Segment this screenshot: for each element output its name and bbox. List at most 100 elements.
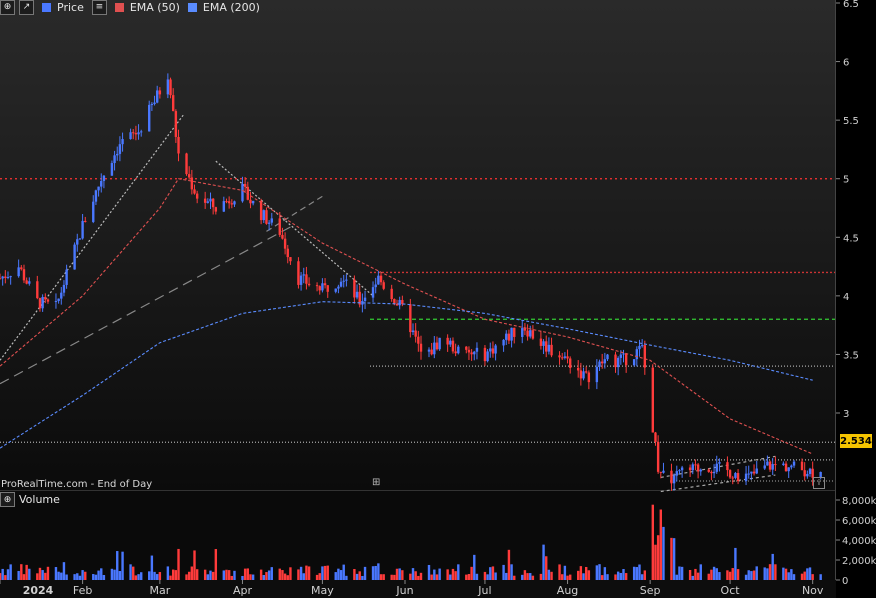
scale-icon[interactable]: ⊞ bbox=[372, 477, 380, 488]
candle-body bbox=[632, 359, 636, 366]
candle-body bbox=[299, 275, 303, 285]
volume-bar bbox=[808, 567, 812, 580]
candle-body bbox=[174, 111, 178, 137]
candle-body bbox=[225, 201, 228, 203]
candle-body bbox=[558, 355, 561, 358]
candle-body bbox=[20, 267, 23, 270]
candle-body bbox=[542, 341, 545, 346]
volume-bar bbox=[736, 569, 740, 580]
volume-bar bbox=[110, 568, 114, 580]
volume-bar bbox=[529, 573, 532, 580]
candle-body bbox=[579, 370, 583, 379]
candle-body bbox=[249, 199, 252, 204]
volume-bar bbox=[153, 571, 156, 580]
candle-body bbox=[473, 351, 476, 355]
volume-bar bbox=[438, 568, 441, 580]
candle-body bbox=[4, 276, 7, 278]
volume-bar bbox=[731, 568, 734, 580]
candle-body bbox=[659, 471, 662, 473]
candle-body bbox=[582, 371, 585, 379]
candle-body bbox=[153, 102, 156, 105]
candle-body bbox=[651, 367, 655, 433]
volume-bar bbox=[233, 570, 236, 580]
y-tick-label: 5 bbox=[843, 175, 849, 186]
candle-body bbox=[640, 345, 644, 347]
candle-body bbox=[94, 190, 98, 202]
volume-bar bbox=[355, 573, 359, 580]
volume-bar bbox=[446, 569, 449, 580]
volume-bar bbox=[323, 565, 327, 580]
ema50-legend-label: EMA (50) bbox=[129, 0, 180, 14]
ema200-legend-label: EMA (200) bbox=[202, 0, 260, 14]
volume-bar bbox=[489, 567, 492, 580]
volume-bar bbox=[283, 573, 287, 580]
volume-bar bbox=[286, 575, 289, 580]
candle-body bbox=[454, 351, 457, 354]
volume-bar bbox=[787, 572, 790, 580]
candle-body bbox=[374, 284, 377, 288]
y-tick-label: 3.5 bbox=[843, 350, 859, 361]
volume-bar bbox=[584, 566, 588, 580]
y-tick-label: 4 bbox=[843, 292, 849, 303]
volume-bar bbox=[435, 574, 439, 580]
volume-bar bbox=[270, 567, 273, 580]
last-price-tag: 2.534 bbox=[840, 434, 872, 448]
candle-body bbox=[190, 177, 194, 190]
volume-bar bbox=[243, 568, 247, 580]
volume-bar bbox=[491, 566, 495, 580]
menu-icon[interactable]: ≡ bbox=[91, 0, 107, 15]
volume-bar bbox=[318, 573, 321, 580]
candle-body bbox=[84, 220, 87, 222]
volume-bar bbox=[339, 570, 343, 580]
candle-body bbox=[598, 361, 601, 367]
volume-bar bbox=[507, 549, 511, 580]
volume-bar bbox=[169, 575, 172, 580]
candle-body bbox=[427, 349, 431, 352]
volume-bar bbox=[675, 574, 678, 580]
volume-bar bbox=[129, 564, 132, 580]
volume-bar bbox=[670, 537, 673, 580]
volume-bar bbox=[539, 573, 543, 580]
candle-body bbox=[110, 163, 114, 176]
candle-body bbox=[243, 183, 247, 187]
candle-body bbox=[54, 300, 58, 302]
volume-bar bbox=[603, 567, 607, 580]
volume-bar bbox=[371, 566, 375, 580]
zoom-in-icon[interactable]: ⊕ bbox=[0, 492, 15, 507]
candle-body bbox=[334, 288, 337, 292]
info-icon[interactable]: i bbox=[813, 477, 825, 489]
y-tick-label: 6.5 bbox=[843, 0, 859, 10]
volume-bar bbox=[363, 566, 367, 580]
volume-bar bbox=[715, 568, 718, 580]
candle-body bbox=[507, 333, 511, 341]
volume-bar bbox=[654, 544, 657, 580]
x-tick-label: Oct bbox=[721, 584, 741, 597]
volume-bar bbox=[699, 564, 702, 580]
volume-bar bbox=[116, 551, 119, 580]
volume-bar bbox=[656, 535, 660, 580]
volume-bar bbox=[513, 575, 516, 580]
candle-body bbox=[185, 153, 188, 175]
candle-body bbox=[672, 475, 676, 484]
zoom-up-icon[interactable]: ↗ bbox=[19, 0, 34, 15]
volume-bar bbox=[710, 569, 713, 580]
candle-body bbox=[203, 198, 207, 203]
candle-body bbox=[353, 279, 356, 298]
candle-body bbox=[158, 90, 162, 95]
candle-body bbox=[489, 348, 492, 352]
candle-body bbox=[206, 201, 210, 203]
candle-body bbox=[382, 282, 385, 289]
volume-bar bbox=[486, 574, 489, 580]
volume-bar bbox=[337, 568, 340, 580]
zoom-in-icon[interactable]: ⊕ bbox=[0, 0, 15, 15]
candle-body bbox=[187, 174, 191, 178]
candle-body bbox=[696, 464, 700, 472]
volume-bar bbox=[297, 569, 300, 580]
volume-bar bbox=[395, 568, 399, 580]
candle-body bbox=[483, 347, 487, 362]
volume-bar bbox=[792, 574, 796, 580]
volume-bar bbox=[763, 567, 766, 580]
candle-body bbox=[76, 239, 79, 245]
volume-bar bbox=[414, 571, 417, 580]
candle-body bbox=[286, 248, 289, 258]
